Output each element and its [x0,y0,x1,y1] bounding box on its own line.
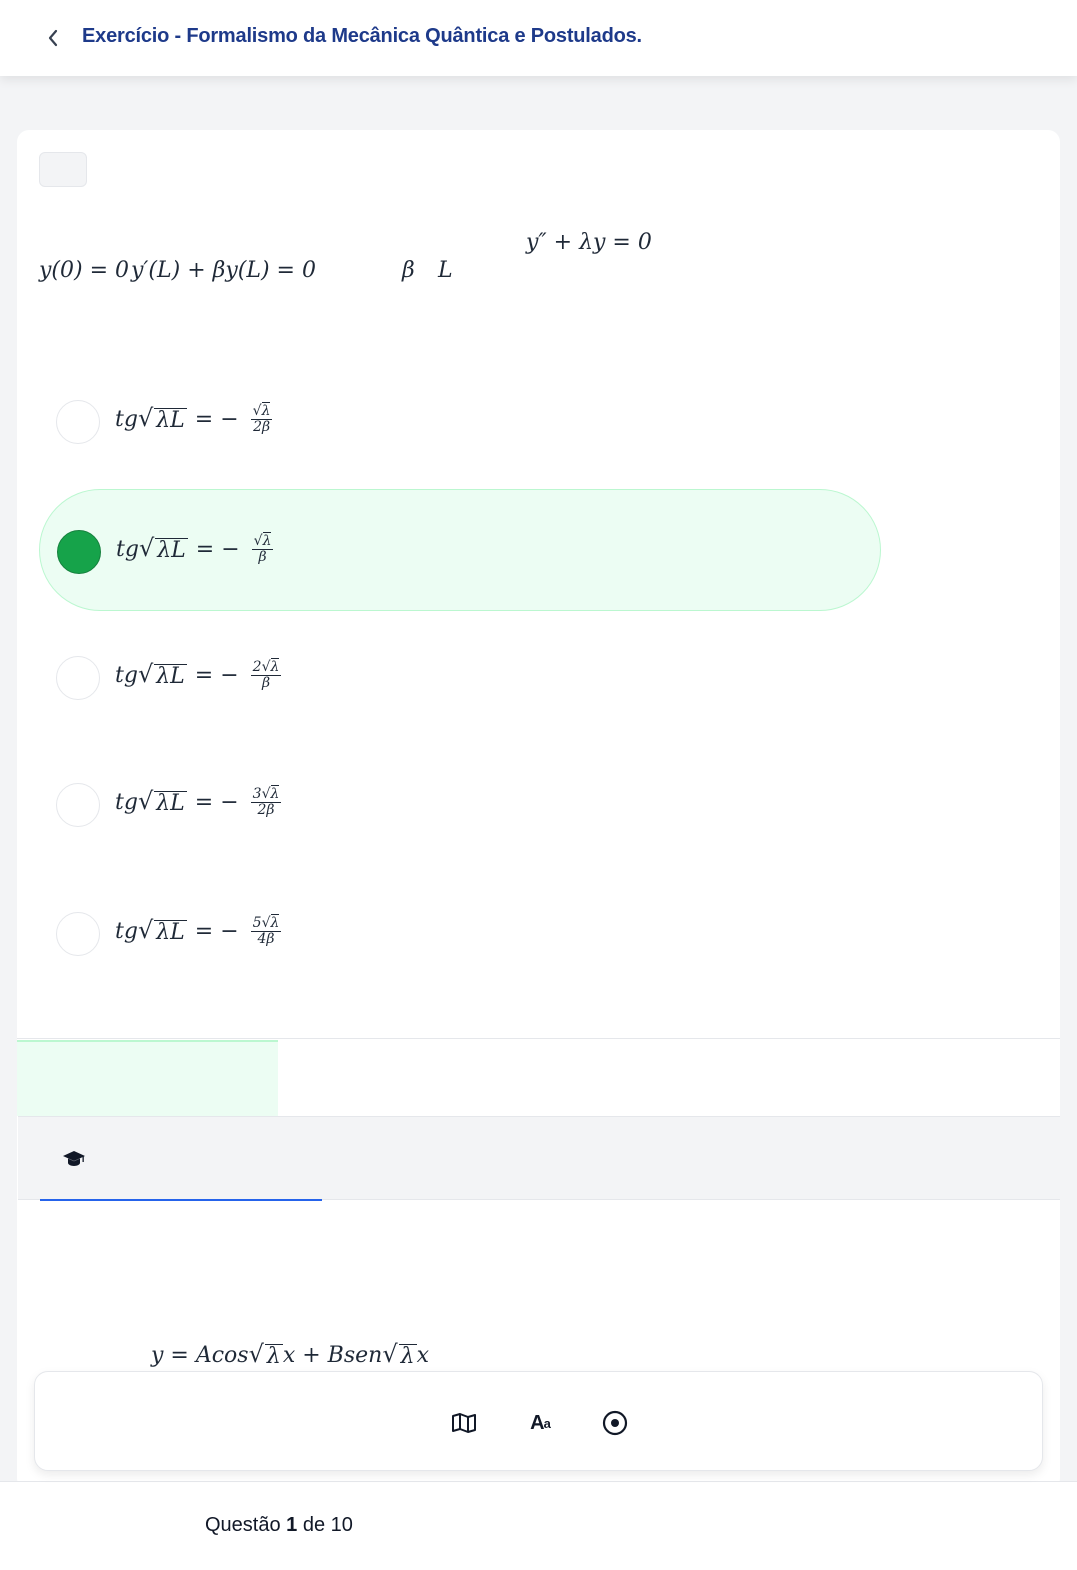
equals-minus: = − [195,537,240,563]
option-formula: tg √ λL = − 3√λ 2β [115,785,282,819]
solution-part: x + Bsen [282,1343,383,1369]
radio-button[interactable] [56,400,100,444]
radio-button[interactable] [56,656,100,700]
answer-option-e[interactable]: tg √ λL = − 5√λ 4β [39,872,881,994]
boundary-condition-2: y′(L) + βy(L) = 0 [131,258,316,283]
radio-button[interactable] [56,912,100,956]
numerator: √λ [250,402,273,421]
footer-bar: Questão 1 de 10 [0,1481,1077,1570]
sqrt-symbol: √ λL [137,787,187,817]
question-counter: Questão 1 de 10 [205,1514,353,1537]
option-formula: tg √ λL = − √λ 2β [115,402,273,436]
num-coef: 5 [252,915,262,931]
solution-tabs [18,1116,1060,1201]
radicand: λ [398,1344,417,1369]
denominator: 2β [253,419,271,436]
counter-prefix: Questão [205,1514,287,1536]
radio-button-selected[interactable] [57,530,101,574]
sqrt-symbol: √ λL [138,534,188,564]
formula-lhs: tg [115,663,138,689]
answer-option-c[interactable]: tg √ λL = − 2√λ β [39,616,881,738]
solution-part: y = Acos [151,1343,249,1369]
radicand: λL [154,408,187,434]
sqrt-symbol: √ λL [137,916,187,946]
formula-lhs: tg [115,407,138,433]
boundary-condition-1: y(0) = 0 [39,258,130,283]
denominator: β [258,549,267,566]
top-header: Exercício - Formalismo da Mecânica Quânt… [0,0,1077,76]
fraction: √λ 2β [250,402,273,436]
counter-current: 1 [286,1514,298,1536]
symbol-L: L [438,258,453,283]
formula-lhs: tg [115,790,138,816]
equals-minus: = − [194,790,239,816]
back-chevron-icon[interactable] [40,24,66,52]
num-rad: λ [261,402,271,419]
sqrt-symbol: √ λL [137,660,187,690]
equals-minus: = − [194,663,239,689]
answer-option-a[interactable]: tg √ λL = − √λ 2β [39,360,881,482]
radio-button[interactable] [56,783,100,827]
equals-minus: = − [194,919,239,945]
denominator: 4β [257,931,275,948]
formula-lhs: tg [115,919,138,945]
num-rad: λ [270,785,280,802]
sqrt-symbol: √ λL [137,404,187,434]
counter-suffix: de 10 [297,1514,353,1536]
num-rad: λ [270,658,280,675]
fraction: 5√λ 4β [250,914,282,948]
solution-equation: y = Acos √ λ x + Bsen √ λ x [151,1342,429,1369]
active-tab-underline [40,1199,322,1201]
font-size-label: A [530,1411,544,1434]
symbol-beta: β [402,258,415,283]
option-formula: tg √ λL = − 5√λ 4β [115,914,282,948]
page-title: Exercício - Formalismo da Mecânica Quânt… [82,25,642,47]
numerator: √λ [251,532,274,551]
radicand: λL [154,664,187,690]
formula-lhs: tg [116,537,139,563]
graduation-cap-icon[interactable] [62,1147,86,1171]
num-coef: 2 [252,659,262,675]
answer-option-b[interactable]: tg √ λL = − √λ β [39,489,881,611]
question-number-badge [39,152,87,187]
numerator: 3√λ [250,785,282,804]
numerator: 2√λ [250,658,282,677]
fraction: 3√λ 2β [250,785,282,819]
map-icon[interactable] [449,1408,479,1438]
denominator: β [261,675,271,692]
sqrt-symbol: √ λ [248,1340,283,1369]
section-divider [17,1038,1060,1039]
result-indicator [17,1040,278,1116]
option-formula: tg √ λL = − √λ β [116,532,274,566]
question-card: y″ + λy = 0 y(0) = 0 y′(L) + βy(L) = 0 β… [17,130,1060,1490]
radicand: λ [264,1344,283,1369]
answer-option-d[interactable]: tg √ λL = − 3√λ 2β [39,743,881,865]
font-size-icon[interactable]: Aa [525,1408,555,1438]
radicand: λL [154,920,187,946]
differential-equation: y″ + λy = 0 [526,230,652,255]
fraction: 2√λ β [250,658,282,692]
num-rad: λ [270,914,280,931]
denominator: 2β [257,802,275,819]
radicand: λL [155,538,188,564]
num-rad: λ [262,532,272,549]
fraction: √λ β [251,532,274,566]
solution-part: x [416,1343,429,1369]
floating-toolbar: Aa [34,1371,1043,1471]
font-size-label-small: a [543,1415,551,1431]
radicand: λL [154,791,187,817]
sqrt-symbol: √ λ [382,1340,417,1369]
numerator: 5√λ [250,914,282,933]
option-formula: tg √ λL = − 2√λ β [115,658,282,692]
num-coef: 3 [252,786,262,802]
equals-minus: = − [194,407,239,433]
target-icon[interactable] [600,1408,630,1438]
